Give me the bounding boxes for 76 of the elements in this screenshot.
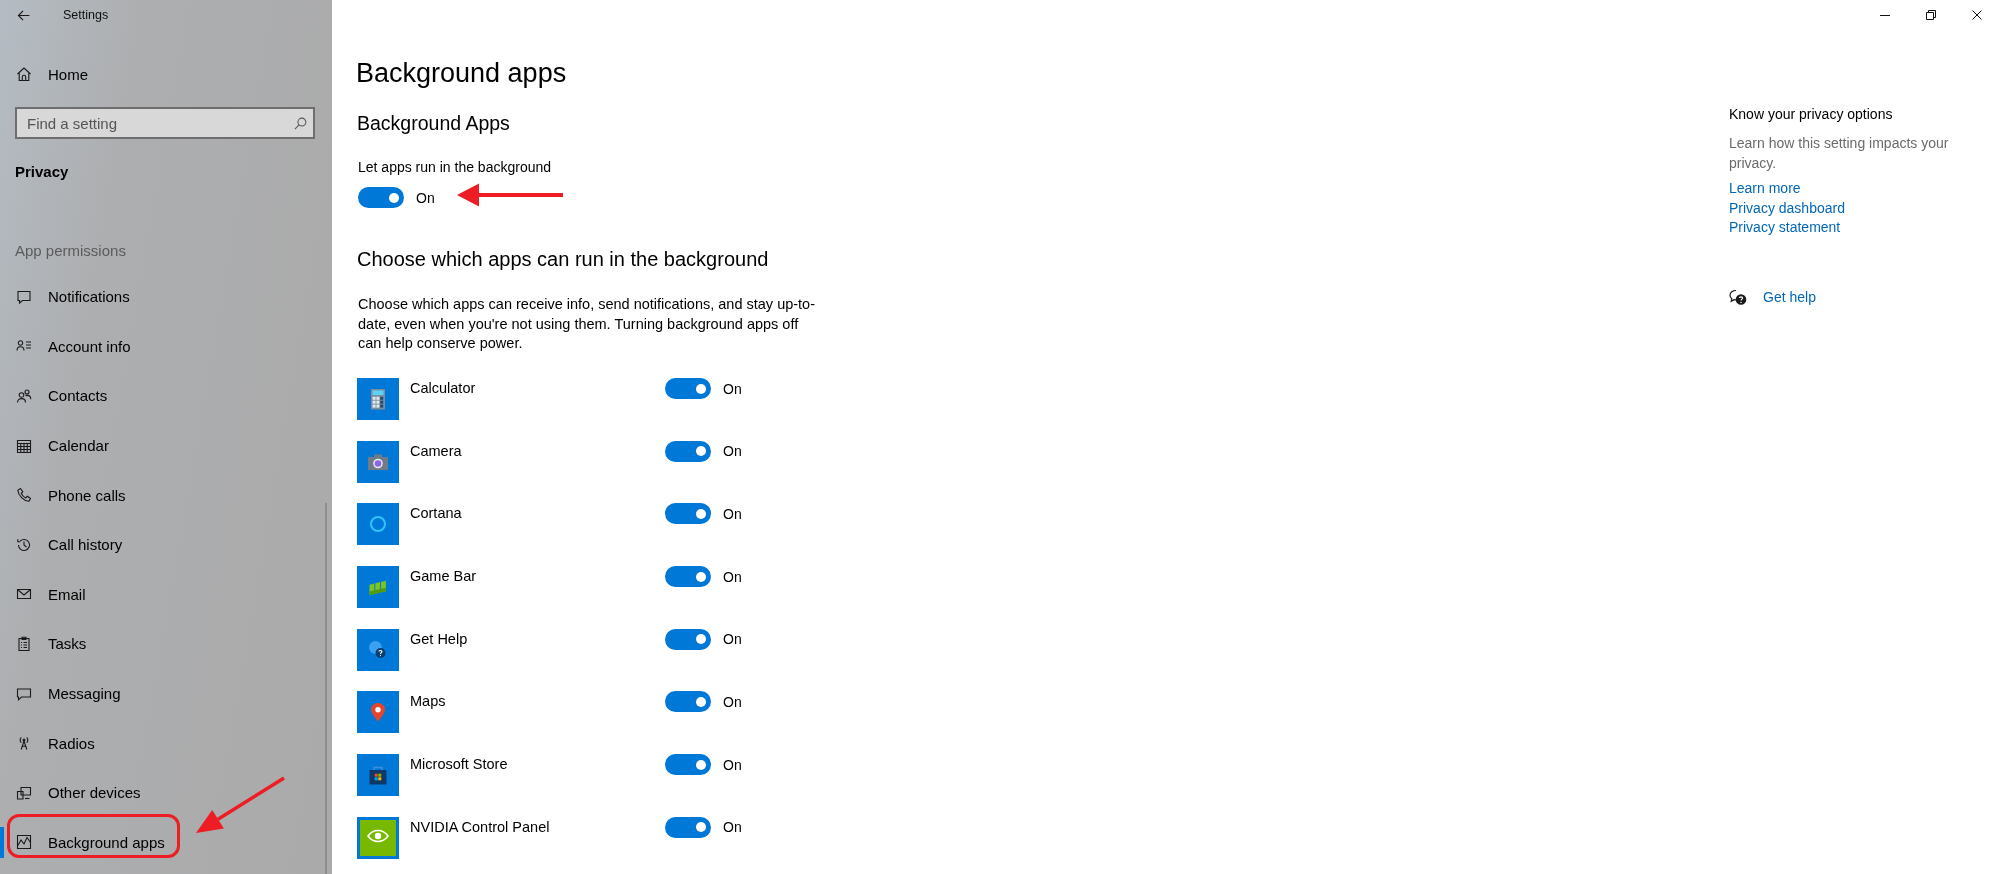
- restore-icon: [1926, 10, 1936, 20]
- section-heading: Background Apps: [357, 111, 511, 136]
- tilted-bars-icon: [357, 566, 399, 609]
- app-name: Camera: [410, 441, 463, 461]
- calculator-icon: [357, 378, 399, 420]
- toggle-state-label: On: [723, 692, 742, 712]
- nav-item[interactable]: Call history: [0, 519, 322, 570]
- nav-item[interactable]: Messaging: [0, 668, 322, 719]
- toggle-switch[interactable]: [665, 628, 711, 650]
- setting-label: Let apps run in the background: [358, 158, 553, 177]
- map-pin-icon: [357, 691, 399, 734]
- people-icon: [16, 388, 32, 404]
- window-title: Settings: [63, 7, 109, 23]
- help-link[interactable]: Get help: [1763, 287, 1816, 307]
- help-bubble-icon: [357, 628, 399, 671]
- chat-bubble-icon: [16, 685, 32, 702]
- toggle-state-label: On: [723, 379, 742, 399]
- chart-square-icon: [16, 834, 32, 851]
- toggle-switch[interactable]: [665, 754, 711, 776]
- devices-icon: [16, 784, 32, 801]
- toggle-switch[interactable]: [665, 691, 711, 713]
- app-name: Cortana: [410, 504, 463, 524]
- toggle-state-label: On: [723, 504, 742, 524]
- camera-icon: [357, 440, 399, 483]
- close-icon: [1972, 10, 1982, 20]
- description-text: Choose which apps can receive info, send notifications, and stay up-to-date, even when you're not using them. Turning background apps off can help conserve power.: [358, 295, 816, 353]
- aside-heading: Know your privacy options: [1729, 105, 1894, 124]
- text-link[interactable]: Learn more: [1729, 179, 1801, 199]
- nav-item[interactable]: Contacts: [0, 371, 322, 421]
- minimize-icon: [1880, 14, 1890, 16]
- nav-item[interactable]: Calendar: [0, 420, 322, 471]
- toggle-switch[interactable]: [665, 378, 711, 399]
- search-field[interactable]: Find a setting: [15, 107, 315, 139]
- section-heading: Choose which apps can run in the background: [357, 247, 770, 272]
- toggle-switch[interactable]: [665, 440, 711, 462]
- calendar-icon: [16, 437, 32, 454]
- group-label: App permissions: [14, 241, 126, 261]
- ring-icon: [357, 503, 399, 546]
- phone-icon: [16, 487, 32, 504]
- toggle-switch[interactable]: [358, 187, 404, 208]
- search-icon[interactable]: [294, 116, 307, 130]
- text-link[interactable]: Privacy statement: [1729, 218, 1841, 238]
- back-arrow-icon: [16, 9, 30, 21]
- app-name: Maps: [410, 692, 447, 712]
- toggle-state-label: On: [723, 755, 742, 775]
- nav-item[interactable]: Radios: [0, 718, 322, 768]
- toggle-switch[interactable]: [665, 503, 711, 525]
- page-title: Background apps: [356, 57, 568, 90]
- toggle-switch[interactable]: [665, 816, 711, 838]
- text-link[interactable]: Privacy dashboard: [1729, 198, 1845, 218]
- app-name: NVIDIA Control Panel: [410, 817, 551, 837]
- app-name: Get Help: [410, 629, 469, 649]
- toggle-state-label: On: [723, 630, 742, 650]
- toggle-state-label: On: [416, 188, 435, 208]
- eye-logo-icon: [357, 816, 399, 859]
- app-name: Calculator: [410, 379, 477, 398]
- shopping-bag-icon: [357, 754, 399, 797]
- toggle-switch[interactable]: [665, 566, 711, 588]
- app-name: Microsoft Store: [410, 755, 509, 775]
- clock-history-icon: [16, 536, 32, 553]
- aside-text: Learn how this setting impacts your privacy.: [1729, 134, 1950, 173]
- chat-question-icon: [1729, 288, 1747, 306]
- app-name: Game Bar: [410, 567, 478, 587]
- nav-item[interactable]: Email: [0, 569, 322, 620]
- toggle-state-label: On: [723, 818, 742, 838]
- home-icon: [16, 66, 32, 82]
- nav-item[interactable]: Phone calls: [0, 470, 322, 520]
- nav-item[interactable]: Other devices: [0, 767, 322, 818]
- clipboard-icon: [16, 635, 32, 652]
- nav-item[interactable]: Tasks: [0, 619, 322, 669]
- toggle-state-label: On: [723, 442, 742, 462]
- toggle-state-label: On: [723, 567, 742, 587]
- section-title: Privacy: [14, 162, 69, 182]
- nav-item[interactable]: Notifications: [0, 272, 322, 322]
- home-link[interactable]: Home: [0, 54, 322, 94]
- nav-item[interactable]: Account info: [0, 321, 322, 372]
